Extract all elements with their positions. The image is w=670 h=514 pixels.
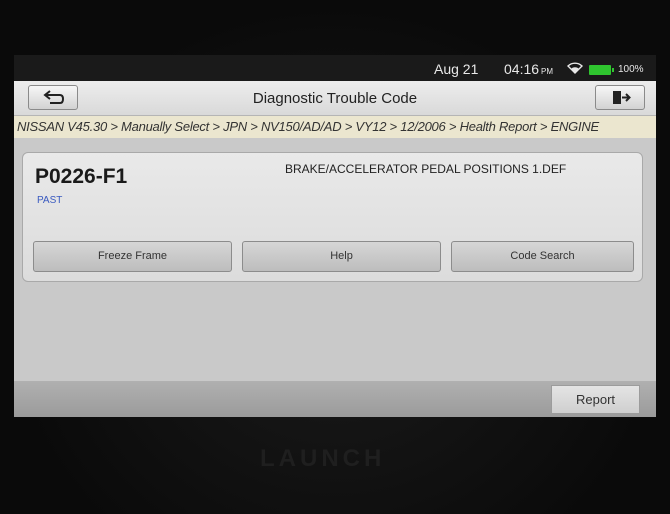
title-bar: Diagnostic Trouble Code	[14, 81, 656, 116]
wifi-icon	[567, 62, 583, 74]
dtc-code: P0226-F1	[35, 165, 128, 188]
page-title: Diagnostic Trouble Code	[252, 90, 418, 107]
dtc-description: BRAKE/ACCELERATOR PEDAL POSITIONS 1.DEF	[285, 162, 567, 176]
exit-button[interactable]	[595, 85, 645, 110]
help-button[interactable]: Help	[242, 241, 441, 272]
footer-bar: Report	[14, 381, 656, 417]
screen: Aug 21 04:16 PM 100% Diagnostic Trouble C…	[14, 55, 656, 417]
status-bar: Aug 21 04:16 PM 100%	[14, 55, 656, 81]
battery-percent: 100%	[618, 64, 644, 75]
code-search-button[interactable]: Code Search	[451, 241, 634, 272]
report-button[interactable]: Report	[551, 385, 640, 414]
breadcrumb: NISSAN V45.30 > Manually Select > JPN > …	[14, 116, 656, 138]
status-time: 04:16 PM	[504, 61, 553, 77]
dtc-status-badge: PAST	[37, 195, 63, 206]
battery-icon	[589, 65, 614, 75]
tablet-device: Aug 21 04:16 PM 100% Diagnostic Trouble C…	[0, 0, 670, 514]
content-area: P0226-F1 PAST BRAKE/ACCELERATOR PEDAL PO…	[14, 138, 656, 381]
exit-icon	[613, 91, 631, 104]
dtc-card: P0226-F1 PAST BRAKE/ACCELERATOR PEDAL PO…	[22, 152, 643, 282]
status-date: Aug 21	[434, 61, 479, 77]
freeze-frame-button[interactable]: Freeze Frame	[33, 241, 232, 272]
status-time-value: 04:16	[504, 61, 540, 77]
status-ampm: PM	[541, 67, 554, 76]
brand-logo: LAUNCH	[260, 445, 386, 472]
